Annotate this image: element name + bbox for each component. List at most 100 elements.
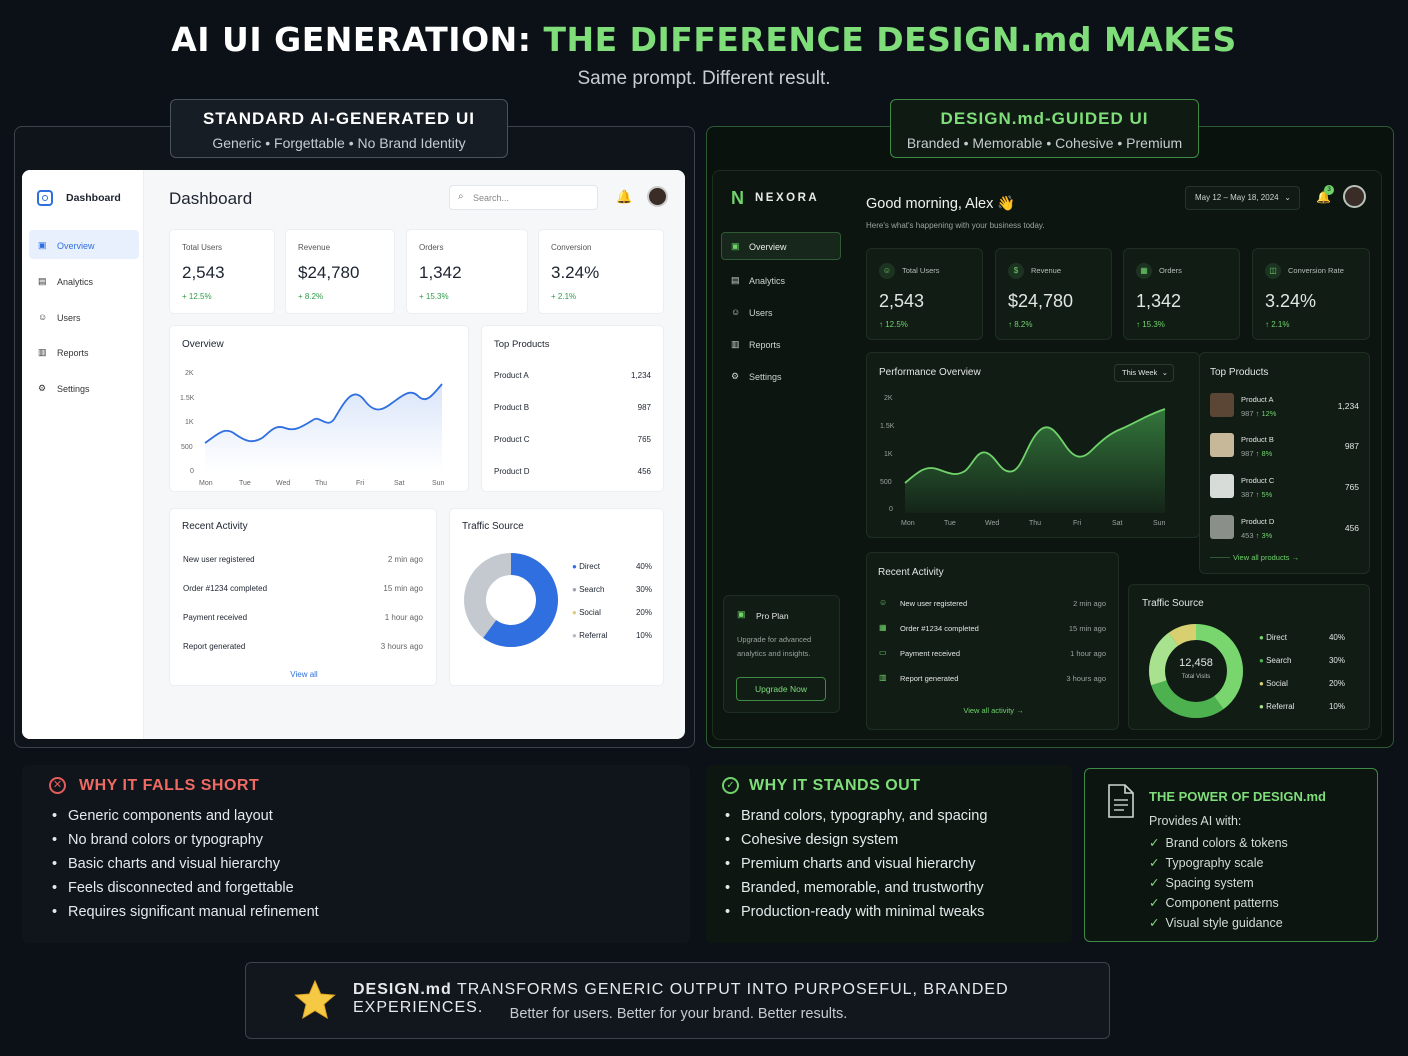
search-icon: ⌕: [458, 191, 464, 202]
orders-icon: ▦: [1136, 263, 1152, 279]
greeting: Good morning, Alex 👋: [866, 196, 1016, 212]
page-title: AI UI GENERATION: THE DIFFERENCE DESIGN.…: [0, 20, 1408, 59]
activity-title: Recent Activity: [182, 521, 248, 532]
title-green: THE DIFFERENCE DESIGN.md MAKES: [543, 20, 1237, 59]
recent-activity-card: Recent Activity New user registered 2 mi…: [169, 508, 437, 686]
performance-chart: 2K 1.5K 1K 500 0 Mon Tue Wed Thu Fri Sat…: [880, 395, 1166, 527]
check-icon: ✓: [1149, 876, 1160, 890]
product-sub: 387 ↑ 5%: [1241, 490, 1272, 499]
power-item-text: Component patterns: [1165, 896, 1279, 910]
legend-pct: 30%: [635, 585, 652, 594]
traffic-source-card: Traffic Source 12,458 Total Visits ● Dir…: [1128, 584, 1370, 730]
stat-value: 1,342: [419, 263, 462, 282]
sidebar-item-settings[interactable]: Settings: [749, 372, 782, 382]
stat-value: 2,543: [879, 291, 925, 311]
product-value: 456: [1344, 523, 1359, 533]
product-name: Product C: [494, 435, 530, 444]
date-range-select[interactable]: May 12 – May 18, 2024 ⌄: [1185, 186, 1300, 210]
avatar[interactable]: [1343, 185, 1366, 208]
avatar[interactable]: [647, 186, 668, 207]
bell-icon[interactable]: 🔔: [616, 189, 632, 205]
stat-label: Total Users: [902, 266, 940, 275]
legend-name: Direct: [579, 562, 600, 571]
product-name: Product D: [1241, 517, 1275, 526]
activity-title: Recent Activity: [878, 567, 944, 578]
products-title: Top Products: [494, 339, 550, 350]
report-icon: ▥: [879, 673, 887, 682]
x-tick: Fri: [1073, 520, 1082, 527]
sidebar-item-users[interactable]: Users: [749, 308, 773, 318]
pro-icon: ▣: [737, 609, 746, 619]
divider: [1210, 557, 1230, 558]
upgrade-now-button[interactable]: Upgrade Now: [736, 677, 826, 701]
recent-activity-card: Recent Activity ☺ New user registered 2 …: [866, 552, 1119, 730]
activity-text: Report generated: [183, 642, 246, 651]
analytics-icon: ▤: [731, 275, 740, 285]
sidebar-item-analytics[interactable]: Analytics: [57, 277, 93, 287]
y-tick: 0: [190, 468, 194, 475]
x-tick: Tue: [944, 520, 956, 527]
activity-text: Order #1234 completed: [900, 624, 979, 633]
legend-direct: ● Direct 40%: [572, 562, 652, 571]
view-all-products-link[interactable]: View all products →: [1233, 553, 1299, 562]
standard-tag-sub: Generic • Forgettable • No Brand Identit…: [212, 135, 466, 151]
stat-label: Revenue: [298, 243, 331, 252]
product-thumbnail: [1210, 393, 1234, 417]
view-all-activity-link[interactable]: View all activity →: [867, 706, 1120, 715]
product-sub: 987 ↑ 8%: [1241, 449, 1272, 458]
stat-delta: + 12.5%: [182, 292, 212, 301]
product-sub-value: 987: [1241, 449, 1254, 458]
stat-card-conversion: Conversion 3.24% + 2.1%: [538, 229, 664, 314]
x-circle-icon: ✕: [49, 777, 66, 794]
y-tick: 500: [181, 444, 193, 451]
activity-text: Order #1234 completed: [183, 584, 268, 593]
stat-label: Revenue: [1031, 266, 1062, 275]
x-tick: Thu: [315, 480, 327, 487]
stands-out-box: ✓ WHY IT STANDS OUT Brand colors, typogr…: [706, 765, 1072, 943]
x-tick: Mon: [199, 480, 213, 487]
check-icon: ✓: [1149, 836, 1160, 850]
activity-time: 3 hours ago: [380, 642, 423, 651]
legend-name: Social: [1266, 679, 1288, 688]
traffic-title: Traffic Source: [1142, 598, 1204, 609]
product-name: Product D: [494, 467, 530, 476]
search-placeholder: Search...: [473, 193, 510, 203]
sidebar-item-users[interactable]: Users: [57, 313, 81, 323]
performance-chart-card: Performance Overview This Week ⌄ 2K 1.5K …: [866, 352, 1200, 538]
activity-time: 1 hour ago: [1070, 649, 1106, 658]
activity-time: 2 min ago: [387, 555, 423, 564]
stat-card-revenue: Revenue $24,780 + 8.2%: [285, 229, 395, 314]
stat-card-orders: Orders 1,342 + 15.3%: [406, 229, 528, 314]
legend-direct: ● Direct 40%: [1259, 633, 1345, 642]
x-tick: Mon: [901, 520, 915, 527]
stat-card-revenue: $ Revenue $24,780 ↑ 8.2%: [995, 248, 1112, 340]
check-circle-icon: ✓: [722, 777, 739, 794]
view-all-link[interactable]: View all: [170, 670, 438, 679]
standard-tag-heading: STANDARD AI-GENERATED UI: [202, 109, 476, 128]
sidebar-item-analytics[interactable]: Analytics: [749, 276, 785, 286]
x-tick: Sat: [394, 480, 405, 487]
pro-plan-card: ▣ Pro Plan Upgrade for advanced analytic…: [723, 595, 840, 713]
legend-referral: ● Referral 10%: [1259, 702, 1345, 711]
y-tick: 1.5K: [880, 423, 895, 430]
activity-time: 3 hours ago: [1066, 674, 1106, 683]
x-tick: Thu: [1029, 520, 1041, 527]
sidebar-item-settings[interactable]: Settings: [57, 384, 90, 394]
legend-dot-icon: ●: [1259, 633, 1264, 642]
product-name: Product C: [1241, 476, 1275, 485]
traffic-donut: [1149, 624, 1243, 718]
revenue-icon: $: [1008, 263, 1024, 279]
power-item-text: Spacing system: [1165, 876, 1254, 890]
reports-icon: ▥: [731, 339, 740, 349]
search-input[interactable]: ⌕ Search...: [449, 185, 598, 210]
legend-dot-icon: ●: [1259, 702, 1264, 711]
list-item: Generic components and layout: [46, 808, 319, 824]
sidebar-item-reports[interactable]: Reports: [57, 348, 89, 358]
product-delta: ↑ 5%: [1255, 490, 1273, 499]
list-item: ✓ Typography scale: [1149, 855, 1288, 870]
x-tick: Wed: [276, 480, 290, 487]
sidebar-item-reports[interactable]: Reports: [749, 340, 781, 350]
check-icon: ✓: [1149, 856, 1160, 870]
legend-dot-icon: ●: [1259, 679, 1264, 688]
x-tick: Wed: [985, 520, 999, 527]
